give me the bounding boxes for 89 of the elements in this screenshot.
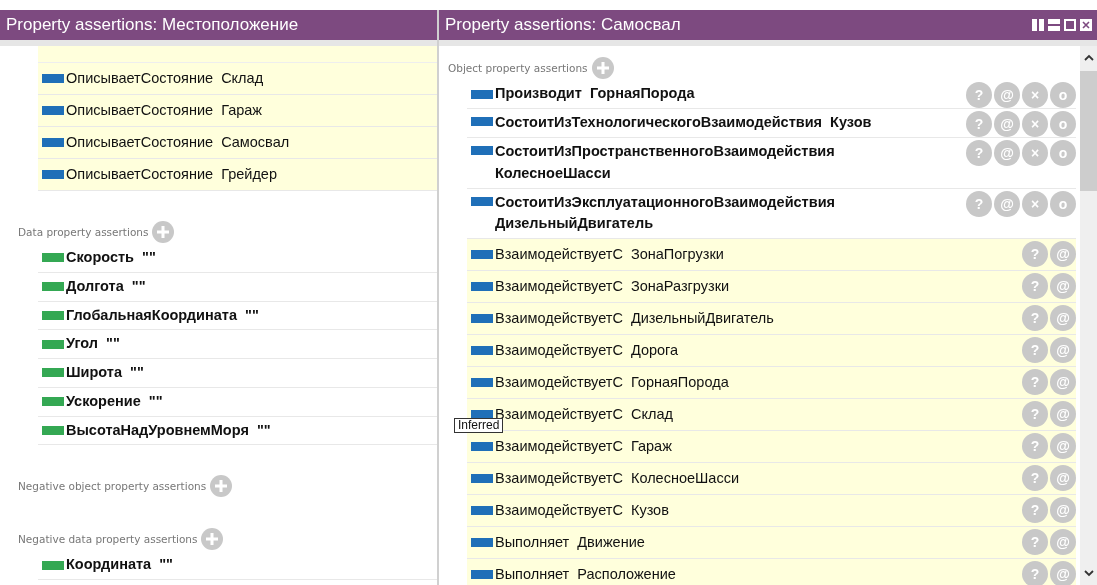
assertion-row[interactable]: ВзаимодействуетС ДизельныйДвигатель ? @ xyxy=(467,303,1076,335)
annotation-button[interactable]: @ xyxy=(1050,369,1076,395)
assertion-text: Производит ГорнаяПорода xyxy=(494,84,696,104)
assertion-text: ВзаимодействуетС ЗонаПогрузки xyxy=(494,244,725,264)
help-button[interactable]: ? xyxy=(1022,241,1048,267)
help-button[interactable]: ? xyxy=(1022,465,1048,491)
help-button[interactable]: ? xyxy=(1022,529,1048,555)
delete-button[interactable]: × xyxy=(1022,111,1048,137)
help-button[interactable]: ? xyxy=(1022,273,1048,299)
section-label: Negative object property assertions xyxy=(18,480,207,493)
assertion-text: Долгота "" xyxy=(65,276,147,296)
assertion-text: ОписываетСостояние Склад xyxy=(65,68,265,88)
assertion-row[interactable]: ВзаимодействуетС Кузов ? @ xyxy=(467,495,1076,527)
assertion-text: ОписываетСостояние Грейдер xyxy=(65,164,278,184)
assertion-row[interactable]: Выполняет Движение ? @ xyxy=(467,527,1076,559)
annotation-button[interactable]: @ xyxy=(1050,337,1076,363)
maximize-icon[interactable] xyxy=(1063,18,1077,32)
assertion-text: СостоитИзТехнологическогоВзаимодействия Кузов xyxy=(494,113,873,133)
assertion-text: ОписываетСостояние Гараж xyxy=(65,100,264,120)
annotation-button[interactable]: @ xyxy=(1050,561,1076,585)
help-button[interactable]: ? xyxy=(1022,561,1048,585)
assertion-text: ВзаимодействуетС КолесноеШасси xyxy=(494,468,740,488)
annotation-button[interactable]: @ xyxy=(1050,433,1076,459)
assertion-text: ВзаимодействуетС Кузов xyxy=(494,500,670,520)
scrollbar-thumb[interactable] xyxy=(1080,71,1097,191)
annotation-button[interactable]: @ xyxy=(1050,305,1076,331)
scroll-down-icon[interactable] xyxy=(1083,570,1094,577)
annotation-button[interactable]: @ xyxy=(1050,241,1076,267)
assertion-text: ВзаимодействуетС Дорога xyxy=(494,340,680,360)
tooltip: Inferred xyxy=(454,418,504,433)
section-label: Negative data property assertions xyxy=(18,533,198,546)
assertion-text: ВзаимодействуетС Гараж xyxy=(494,436,673,456)
panel-title: Property assertions: Местоположение xyxy=(6,15,300,35)
assertion-row[interactable]: ОписываетСостояние Грейдер xyxy=(38,159,437,191)
assertion-text: Выполняет Движение xyxy=(494,532,646,552)
assertion-text: Скорость "" xyxy=(65,248,157,267)
annotation-button[interactable]: @ xyxy=(1050,465,1076,491)
scroll-up-icon[interactable] xyxy=(1083,54,1094,61)
annotation-button[interactable]: @ xyxy=(1050,497,1076,523)
split-horizontal-icon[interactable] xyxy=(1047,18,1061,32)
annotation-button[interactable]: @ xyxy=(1050,401,1076,427)
assertion-row[interactable]: ВзаимодействуетС КолесноеШасси ? @ xyxy=(467,463,1076,495)
assertion-text: Ускорение "" xyxy=(65,391,164,411)
delete-button[interactable]: × xyxy=(1022,82,1048,108)
close-icon[interactable] xyxy=(1079,18,1093,32)
delete-button[interactable]: × xyxy=(1022,140,1048,166)
assertion-text: ВзаимодействуетС ДизельныйДвигатель xyxy=(494,308,775,328)
scrollbar[interactable] xyxy=(1080,46,1097,585)
annotation-button[interactable]: @ xyxy=(1050,273,1076,299)
assertion-row[interactable]: ВзаимодействуетС ГорнаяПорода ? @ xyxy=(467,367,1076,399)
assertion-row[interactable]: ОписываетСостояние Склад xyxy=(38,63,437,95)
help-button[interactable]: ? xyxy=(1022,433,1048,459)
assertion-row[interactable]: ВзаимодействуетС Дорога ? @ xyxy=(467,335,1076,367)
help-button[interactable]: ? xyxy=(1022,337,1048,363)
help-button[interactable]: ? xyxy=(966,140,992,166)
help-button[interactable]: ? xyxy=(1022,369,1048,395)
assertion-row[interactable]: ВзаимодействуетС ЗонаПогрузки ? @ xyxy=(467,239,1076,271)
annotation-button[interactable]: @ xyxy=(994,82,1020,108)
help-button[interactable]: ? xyxy=(1022,497,1048,523)
section-label: Object property assertions xyxy=(448,62,588,74)
help-button[interactable]: ? xyxy=(966,190,992,217)
annotation-button[interactable]: @ xyxy=(994,190,1020,217)
assertion-text: Координата "" xyxy=(65,555,174,575)
assertion-text: ВысотаНадУровнемМоря "" xyxy=(65,420,272,440)
assertion-text: ГлобальнаяКоордината "" xyxy=(65,305,260,325)
assertion-text: ВзаимодействуетС ЗонаРазгрузки xyxy=(494,276,731,296)
assertion-row[interactable]: ОписываетСостояние Гараж xyxy=(38,95,437,127)
assertion-row[interactable]: ВзаимодействуетС ЗонаРазгрузки ? @ xyxy=(467,271,1076,303)
assertion-text: Широта "" xyxy=(65,363,145,382)
split-vertical-icon[interactable] xyxy=(1031,18,1045,32)
assertion-text: ВзаимодействуетС ГорнаяПорода xyxy=(494,372,730,392)
help-button[interactable]: ? xyxy=(1022,305,1048,331)
assertion-text: ОписываетСостояние Самосвал xyxy=(65,132,291,152)
annotation-button[interactable]: @ xyxy=(1050,529,1076,555)
panel-title: Property assertions: Самосвал xyxy=(445,15,682,35)
annotation-button[interactable]: @ xyxy=(994,140,1020,166)
assertion-text: СостоитИзЭксплуатационногоВзаимодействия ДизельныйДвигатель xyxy=(494,192,836,234)
annotation-button[interactable]: @ xyxy=(994,111,1020,137)
delete-button[interactable]: × xyxy=(1022,190,1048,217)
assertion-text: СостоитИзПространственногоВзаимодействия КолесноеШасси xyxy=(494,142,836,183)
help-button[interactable]: ? xyxy=(966,82,992,108)
help-button[interactable]: ? xyxy=(966,111,992,137)
assertion-row[interactable]: ОписываетСостояние Самосвал xyxy=(38,127,437,159)
assertion-text: Угол "" xyxy=(65,334,121,354)
section-label: Data property assertions xyxy=(18,226,149,238)
assertion-text: Выполняет Расположение xyxy=(494,564,677,584)
assertion-row[interactable]: ВзаимодействуетС Гараж ? @ xyxy=(467,431,1076,463)
assertion-row[interactable]: Выполняет Расположение ? @ xyxy=(467,559,1076,585)
help-button[interactable]: ? xyxy=(1022,401,1048,427)
